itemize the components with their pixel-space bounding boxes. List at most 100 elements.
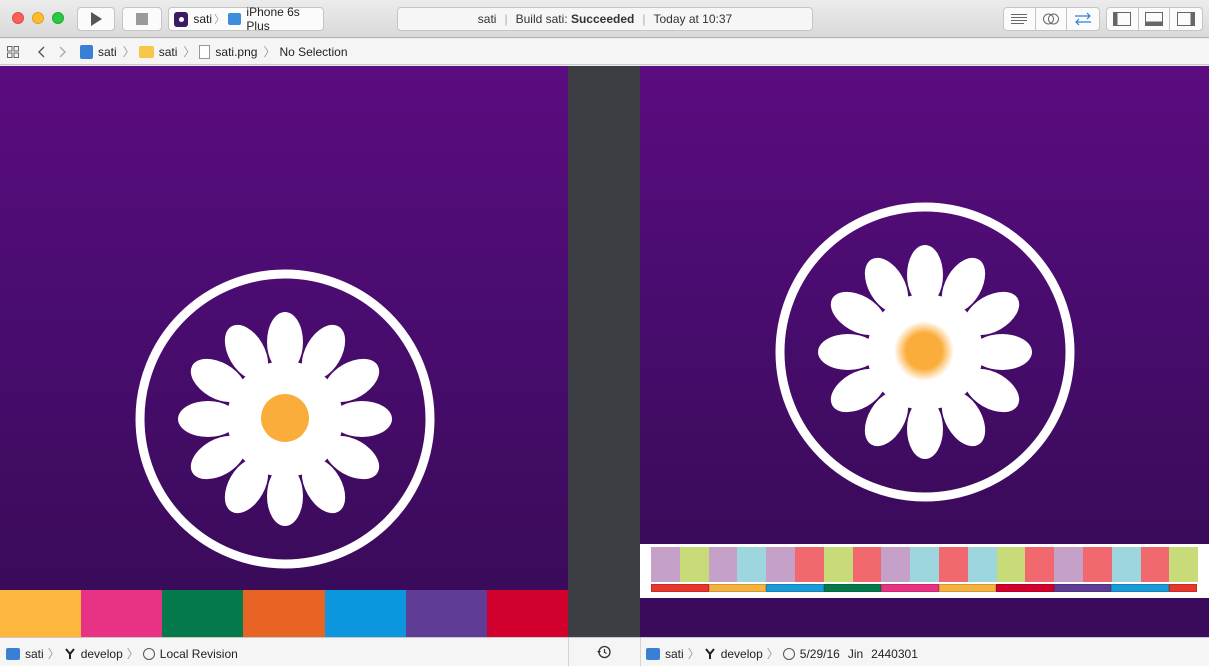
right-project-name: sati — [665, 646, 684, 661]
right-revision-path[interactable]: sati 〉 develop 〉 5/29/16 Jin 2440301 — [646, 645, 918, 662]
breadcrumb-selection[interactable]: No Selection — [279, 45, 347, 59]
left-revision-path[interactable]: sati 〉 develop 〉 Local Revision — [6, 645, 238, 662]
color-stripe — [243, 590, 325, 637]
toggle-navigator-button[interactable] — [1107, 8, 1139, 30]
right-branch-name: develop — [720, 646, 763, 661]
color-swatch — [938, 547, 968, 582]
color-bar — [881, 584, 939, 592]
toggle-utilities-button[interactable] — [1170, 8, 1202, 30]
view-toggle-control — [1106, 7, 1203, 31]
linked-rings-icon — [1043, 13, 1059, 25]
activity-build-prefix: Build sati: — [515, 12, 568, 26]
color-swatch — [1169, 547, 1199, 582]
arrows-swap-icon — [1075, 12, 1092, 26]
project-icon — [6, 647, 20, 660]
color-swatch — [794, 547, 824, 582]
breadcrumb-label: sati — [158, 44, 178, 59]
color-bar — [1168, 584, 1197, 592]
activity-time: Today at 10:37 — [653, 12, 733, 26]
chevron-right-icon: 〉 — [687, 647, 700, 661]
version-status-bar: sati 〉 develop 〉 Local Revision sati 〉 d… — [0, 637, 1209, 666]
breadcrumb-label: sati.png — [215, 44, 258, 59]
swatch-row — [651, 547, 1199, 582]
image-file-icon — [199, 44, 211, 59]
breadcrumb-folder[interactable]: sati — [138, 44, 178, 59]
color-swatch — [996, 547, 1026, 582]
status-divider — [568, 638, 569, 666]
activity-build-status: Succeeded — [570, 12, 635, 26]
breadcrumb-label: No Selection — [279, 44, 348, 59]
chevron-right-icon: 〉 — [126, 647, 139, 661]
commit-author: Jin — [847, 646, 864, 661]
standard-editor-button[interactable] — [1004, 8, 1036, 30]
chevron-right-icon — [59, 46, 66, 57]
version-editor-button[interactable] — [1067, 8, 1099, 30]
color-swatch — [1111, 547, 1141, 582]
chevron-right-icon: 〉 — [214, 14, 226, 26]
activity-project: sati — [477, 12, 497, 26]
commit-hash: 2440301 — [871, 646, 918, 661]
history-icon[interactable] — [596, 644, 612, 660]
minimize-window-button[interactable] — [32, 12, 44, 24]
color-swatch — [766, 547, 795, 582]
color-swatch — [708, 547, 738, 582]
device-name: iPhone 6s Plus — [246, 5, 300, 33]
close-window-button[interactable] — [12, 12, 24, 24]
artwork-footer — [640, 598, 1209, 637]
breadcrumb-file[interactable]: sati.png — [199, 44, 258, 59]
color-stripe — [162, 590, 244, 637]
left-revision-label: Local Revision — [159, 646, 238, 661]
activity-viewer[interactable]: sati | Build sati: Succeeded | Today at … — [397, 7, 813, 31]
assistant-editor-button[interactable] — [1036, 8, 1068, 30]
color-swatch — [823, 547, 853, 582]
color-swatch — [1082, 547, 1112, 582]
color-bar — [708, 584, 767, 592]
status-divider — [640, 638, 641, 666]
scheme-selector[interactable]: sati 〉 iPhone 6s Plus — [168, 5, 324, 33]
chevron-right-icon: 〉 — [183, 45, 196, 59]
breadcrumb-label: sati — [98, 44, 117, 59]
device-icon — [228, 13, 242, 25]
color-bar — [1053, 584, 1112, 592]
lines-icon — [1011, 14, 1028, 24]
folder-icon — [138, 45, 154, 58]
left-panel-icon — [1113, 12, 1132, 26]
color-swatch — [679, 547, 709, 582]
color-stripe — [324, 590, 406, 637]
color-bar — [651, 584, 709, 592]
activity-separator: | — [504, 12, 508, 26]
project-icon — [80, 44, 93, 59]
committed-revision-image-pane — [640, 66, 1209, 637]
left-branch-name: develop — [80, 646, 123, 661]
back-button[interactable] — [30, 41, 52, 63]
color-stripe — [81, 590, 163, 637]
related-items-button[interactable] — [2, 41, 24, 63]
forward-button[interactable] — [52, 41, 74, 63]
run-button[interactable] — [77, 7, 115, 31]
window-toolbar: sati 〉 iPhone 6s Plus sati | Build sati:… — [0, 0, 1209, 38]
color-bar — [823, 584, 882, 592]
play-icon — [91, 12, 102, 26]
local-revision-image-pane — [0, 66, 568, 637]
color-bar — [766, 584, 824, 592]
branch-icon — [704, 647, 715, 659]
daisy-logo — [775, 202, 1075, 502]
zoom-window-button[interactable] — [52, 12, 64, 24]
jump-bar: sati 〉 sati 〉 sati.png 〉 No Selection — [0, 39, 1209, 65]
app-icon — [174, 11, 189, 27]
color-stripe-row — [0, 590, 568, 637]
grid-icon — [7, 45, 19, 58]
clock-icon — [142, 647, 155, 660]
daisy-logo — [135, 269, 435, 569]
chevron-right-icon: 〉 — [263, 45, 276, 59]
breadcrumb-project[interactable]: sati — [80, 44, 117, 59]
color-swatch — [651, 547, 680, 582]
color-swatch — [881, 547, 911, 582]
commit-date: 5/29/16 — [799, 646, 840, 661]
color-stripe — [486, 590, 568, 637]
stop-button[interactable] — [122, 7, 162, 31]
chevron-left-icon — [38, 46, 45, 57]
editor-mode-control — [1003, 7, 1100, 31]
activity-separator: | — [642, 12, 646, 26]
toggle-debug-area-button[interactable] — [1139, 8, 1171, 30]
